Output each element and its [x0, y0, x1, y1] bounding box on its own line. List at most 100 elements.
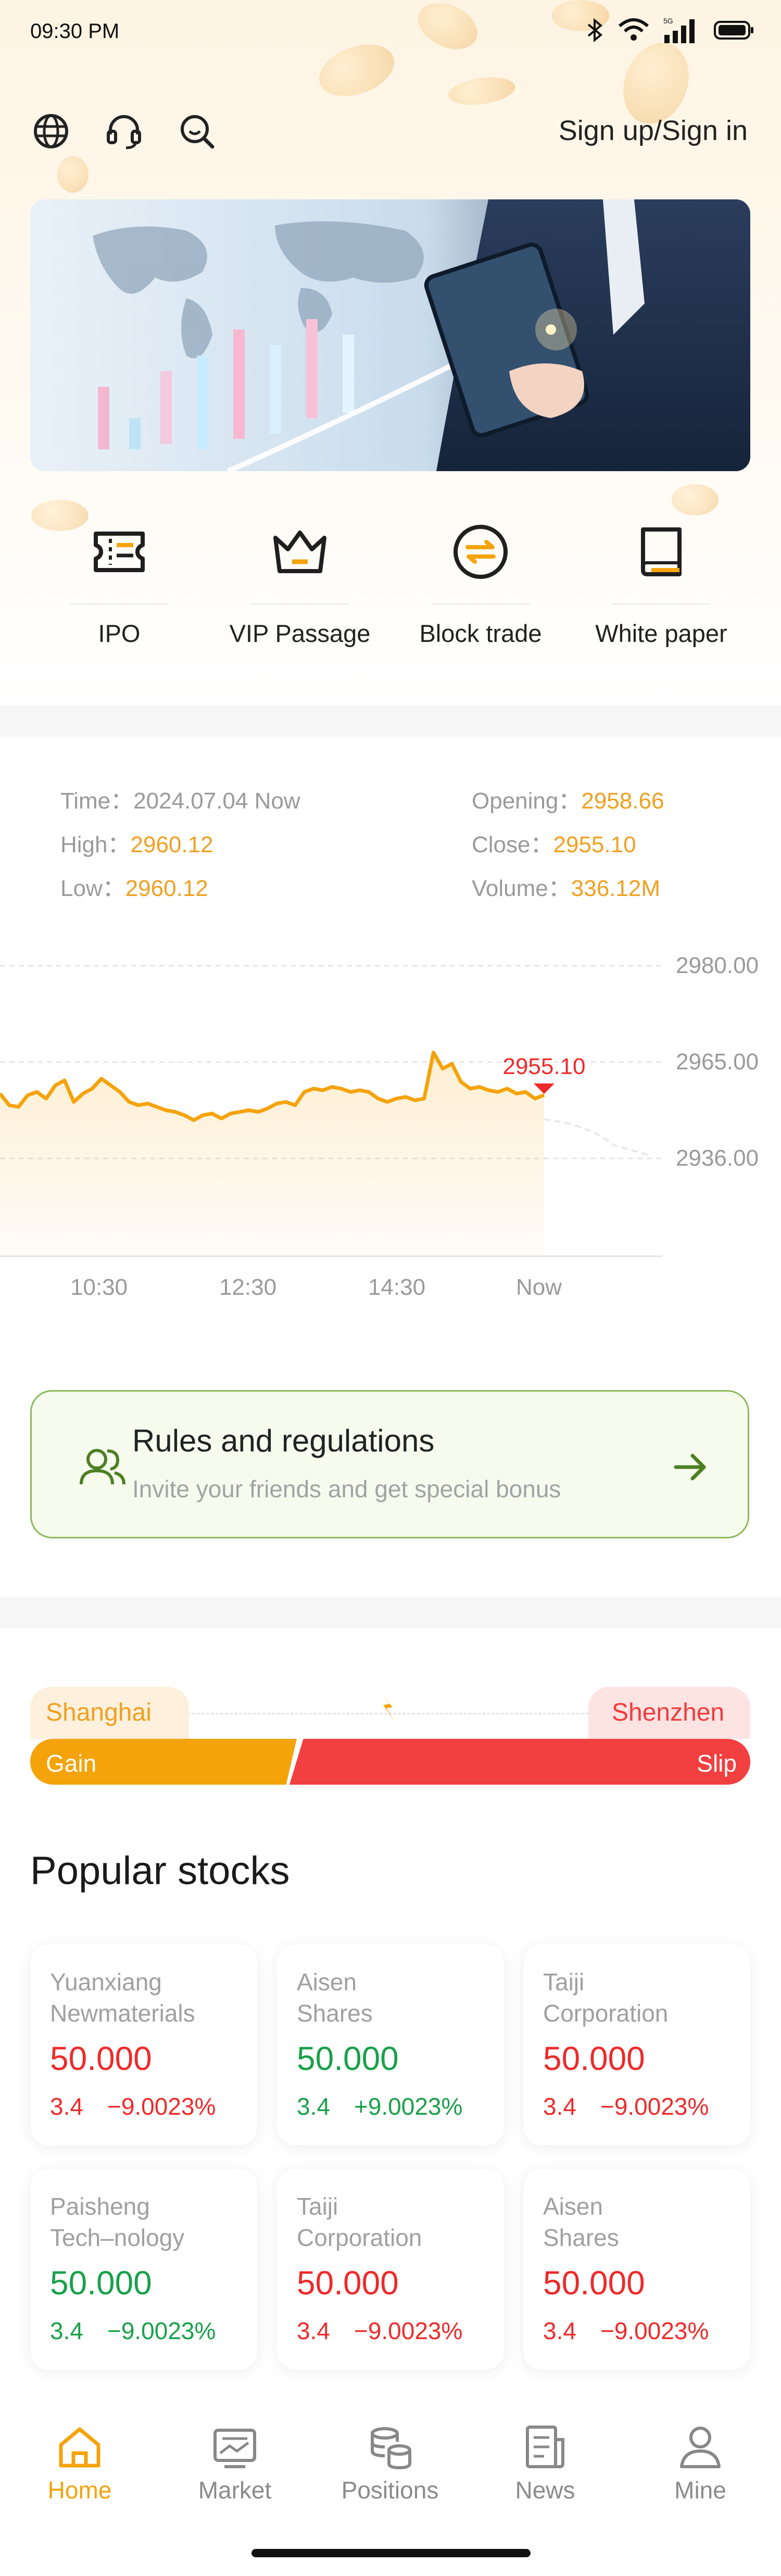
stock-name-line1: Yuanxiang [50, 1968, 162, 1996]
close-value: 2955.10 [553, 832, 636, 857]
nav-label: Market [198, 2477, 272, 2504]
wifi-icon [619, 18, 649, 41]
stock-price: 50.000 [50, 2040, 152, 2077]
rules-card[interactable] [30, 1390, 749, 1538]
stock-card[interactable]: Aisen Shares 50.000 3.4 −9.0023% [523, 2169, 750, 2370]
promo-banner[interactable] [30, 199, 750, 471]
market-high: High：2960.12 [60, 826, 213, 859]
time-label: Time： [60, 788, 134, 814]
quick-menu-label: VIP Passage [229, 620, 371, 647]
lightning-icon [374, 1689, 403, 1726]
search-icon[interactable] [176, 110, 218, 152]
nav-news[interactable]: News [467, 2421, 623, 2515]
stock-price: 50.000 [50, 2264, 152, 2302]
headset-icon[interactable] [103, 110, 145, 152]
nav-market[interactable]: Market [157, 2421, 313, 2515]
stock-change-percent: −9.0023% [354, 2317, 463, 2344]
stock-change-value: 3.4 [543, 2093, 576, 2120]
positions-icon [364, 2421, 416, 2473]
popular-stocks-title: Popular stocks [30, 1849, 290, 1893]
quick-menu-label: White paper [595, 620, 727, 647]
chart-x-tick-label: Now [516, 1274, 562, 1300]
users-icon [74, 1439, 131, 1497]
market-opening: Opening：2958.66 [472, 782, 664, 815]
stock-name-line2: Corporation [543, 2000, 669, 2027]
stock-change: 3.4 −9.0023% [543, 2317, 730, 2345]
chart-current-price-label: 2955.10 [502, 1054, 585, 1079]
quick-menu-vip[interactable]: VIP Passage [209, 518, 391, 664]
globe-icon[interactable] [30, 110, 72, 152]
stock-change: 3.4 −9.0023% [297, 2317, 484, 2345]
ticket-icon [85, 518, 153, 586]
stock-name: Aisen Shares [297, 1966, 484, 2029]
opening-value: 2958.66 [581, 788, 664, 814]
battery-icon [714, 21, 753, 40]
stock-price: 50.000 [543, 2264, 645, 2302]
nav-home[interactable]: Home [2, 2421, 158, 2515]
stock-price: 50.000 [297, 2040, 399, 2077]
slip-label: Slip [697, 1750, 737, 1777]
stock-name-line2: Tech–nology [50, 2224, 185, 2251]
chart-x-tick-label: 12:30 [219, 1274, 276, 1300]
stock-name-line1: Aisen [543, 2193, 603, 2220]
volume-value: 336.12M [571, 876, 660, 901]
status-icons: 5G [586, 16, 755, 45]
sign-in-link[interactable]: Sign up/Sign in [559, 115, 748, 147]
stock-name: Yuanxiang Newmaterials [50, 1966, 237, 2029]
chart-current-marker [534, 1083, 555, 1094]
chart-y-tick-label: 2980.00 [676, 953, 759, 978]
stock-card[interactable]: Paisheng Tech–nology 50.000 3.4 −9.0023% [30, 2169, 257, 2370]
stock-name-line2: Shares [543, 2224, 619, 2251]
market-close: Close：2955.10 [472, 826, 636, 859]
bluetooth-icon [587, 18, 603, 43]
stock-change-value: 3.4 [50, 2317, 83, 2344]
stock-change-percent: −9.0023% [600, 2317, 709, 2344]
market-low: Low：2960.12 [60, 869, 208, 903]
quick-menu-block-trade[interactable]: Block trade [390, 518, 571, 664]
chart-x-tick-label: 14:30 [368, 1274, 425, 1300]
stock-price: 50.000 [297, 2264, 399, 2302]
stock-name-line2: Shares [297, 2000, 373, 2027]
stock-card[interactable]: Yuanxiang Newmaterials 50.000 3.4 −9.0023% [30, 1944, 257, 2145]
stock-card[interactable]: Taiji Corporation 50.000 3.4 −9.0023% [523, 1944, 750, 2145]
time-value: 2024.07.04 Now [133, 788, 300, 814]
stock-change-percent: −9.0023% [600, 2093, 709, 2120]
stock-name: Taiji Corporation [297, 2191, 484, 2253]
svg-text:5G: 5G [663, 17, 673, 25]
shenzhen-label: Shenzhen [612, 1699, 725, 1726]
nav-mine[interactable]: Mine [622, 2421, 778, 2515]
market-volume: Volume：336.12M [472, 869, 660, 903]
stock-name: Paisheng Tech–nology [50, 2191, 237, 2253]
quick-menu-label: Block trade [419, 620, 542, 647]
chart-y-tick-label: 2965.00 [676, 1049, 759, 1075]
stock-change: 3.4 −9.0023% [50, 2317, 237, 2345]
high-label: High： [60, 832, 131, 857]
quick-menu-white-paper[interactable]: White paper [571, 518, 752, 664]
quick-menu-ipo[interactable]: IPO [29, 518, 210, 664]
nav-label: News [515, 2477, 575, 2504]
stock-name-line1: Aisen [297, 1968, 357, 1996]
crown-icon [266, 518, 334, 586]
nav-positions[interactable]: Positions [312, 2421, 468, 2515]
user-icon [674, 2421, 726, 2473]
stock-name-line2: Corporation [297, 2224, 422, 2251]
section-divider [0, 1597, 781, 1628]
arrow-right-icon[interactable] [672, 1448, 709, 1486]
rules-subtitle: Invite your friends and get special bonu… [132, 1475, 561, 1502]
nav-label: Home [47, 2477, 112, 2504]
stock-card[interactable]: Taiji Corporation 50.000 3.4 −9.0023% [277, 2169, 504, 2370]
intraday-chart: 2980.00 2965.00 2936.00 10:30 12:30 14:30 Now… [0, 932, 781, 1317]
signal-icon: 5G [663, 17, 695, 43]
nav-label: Mine [674, 2477, 726, 2504]
quick-menu-label: IPO [98, 620, 141, 647]
slip-bar [289, 1739, 750, 1785]
chart-y-tick-label: 2936.00 [676, 1145, 759, 1171]
stock-change-value: 3.4 [543, 2317, 576, 2344]
stock-change: 3.4 −9.0023% [50, 2092, 237, 2120]
news-icon [519, 2421, 571, 2473]
low-value: 2960.12 [125, 876, 208, 901]
home-icon [54, 2421, 106, 2473]
stock-change-value: 3.4 [297, 2317, 330, 2344]
stock-card[interactable]: Aisen Shares 50.000 3.4 +9.0023% [277, 1944, 504, 2145]
stock-name-line1: Taiji [297, 2193, 338, 2220]
